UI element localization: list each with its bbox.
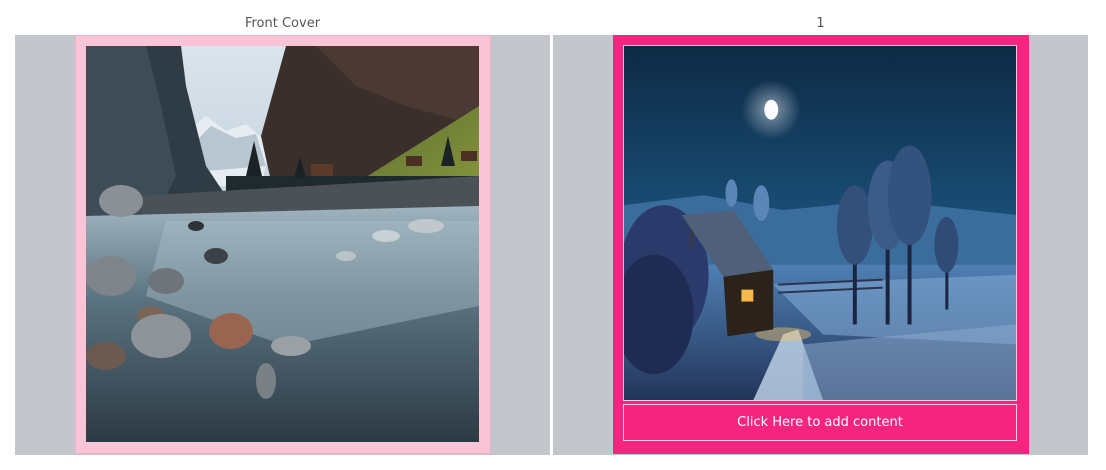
add-content-button[interactable]: Click Here to add content — [623, 404, 1017, 441]
photobook-editor: Front Cover 1 Click Here to add content — [0, 0, 1106, 470]
mountain-river-image — [86, 46, 479, 442]
night-cottage-image — [624, 46, 1016, 400]
mountain-river-photo[interactable] — [86, 46, 479, 442]
page-label-front-cover: Front Cover — [244, 16, 321, 31]
page-1[interactable]: Click Here to add content — [613, 35, 1029, 454]
page-label-page-1: 1 — [816, 16, 825, 31]
front-cover-page[interactable] — [75, 35, 491, 454]
night-cottage-photo[interactable] — [623, 45, 1017, 401]
